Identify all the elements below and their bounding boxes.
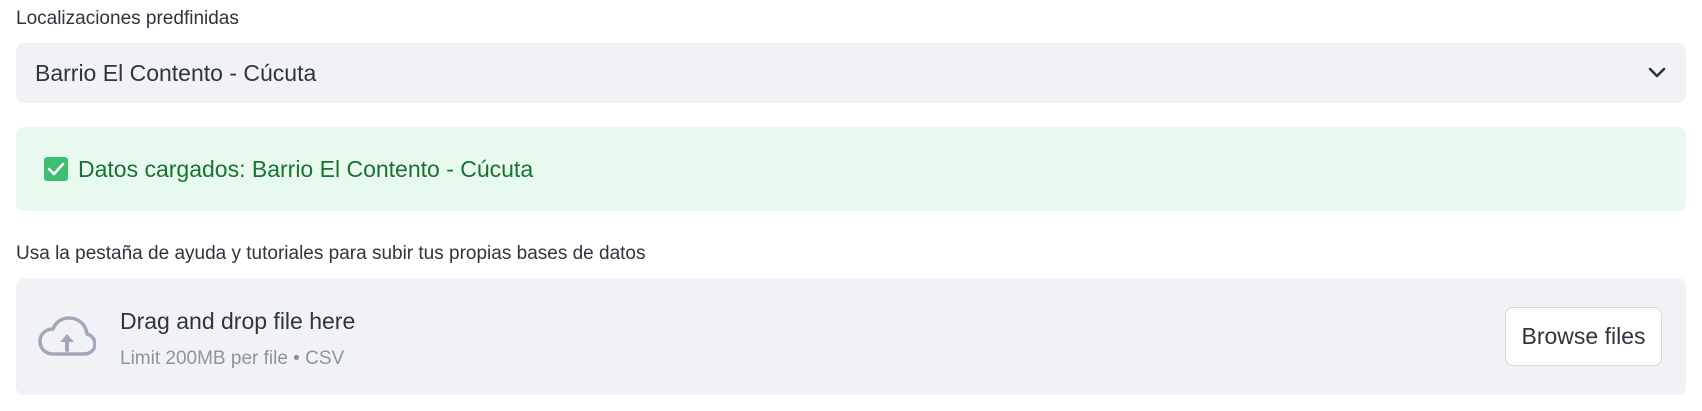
chevron-down-icon[interactable]	[1646, 62, 1668, 84]
upload-hint-label: Usa la pestaña de ayuda y tutoriales par…	[16, 243, 646, 264]
page: Localizaciones predfinidas Barrio El Con…	[0, 0, 1702, 411]
dropzone-title: Drag and drop file here	[120, 308, 356, 334]
cloud-upload-icon	[38, 316, 97, 358]
success-message: Datos cargados: Barrio El Contento - Cúc…	[78, 155, 534, 182]
locations-label: Localizaciones predfinidas	[16, 8, 239, 29]
success-alert: Datos cargados: Barrio El Contento - Cúc…	[16, 127, 1686, 211]
locations-select[interactable]: Barrio El Contento - Cúcuta	[16, 43, 1686, 103]
locations-select-value: Barrio El Contento - Cúcuta	[35, 59, 317, 86]
file-dropzone[interactable]: Drag and drop file here Limit 200MB per …	[16, 278, 1686, 395]
browse-files-button[interactable]: Browse files	[1505, 307, 1662, 366]
dropzone-limit: Limit 200MB per file • CSV	[120, 348, 345, 369]
check-box-icon	[44, 157, 68, 181]
